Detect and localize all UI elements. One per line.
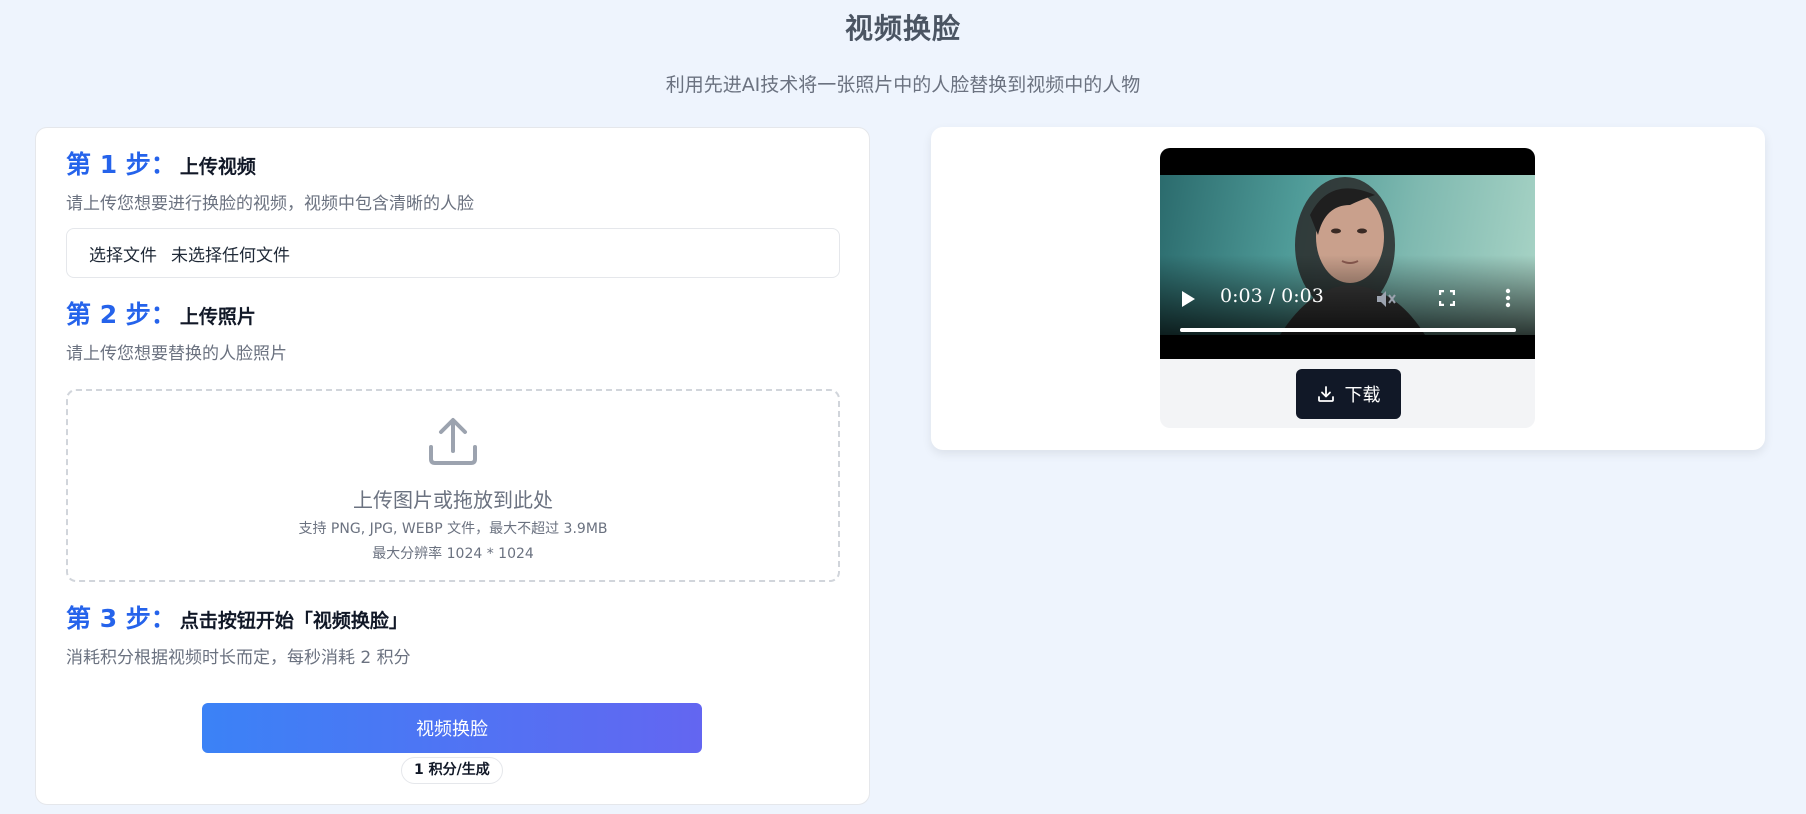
result-panel: 0:03 / 0:03 下载 bbox=[931, 127, 1765, 450]
download-icon bbox=[1317, 386, 1334, 402]
step3-description: 消耗积分根据视频时长而定，每秒消耗 2 积分 bbox=[66, 648, 411, 668]
upload-icon bbox=[429, 418, 477, 465]
play-icon[interactable] bbox=[1180, 290, 1196, 308]
more-options-icon[interactable] bbox=[1505, 288, 1511, 308]
step2-description: 请上传您想要替换的人脸照片 bbox=[66, 344, 287, 364]
fullscreen-icon[interactable] bbox=[1439, 290, 1455, 306]
page-subtitle: 利用先进AI技术将一张照片中的人脸替换到视频中的人物 bbox=[665, 74, 1141, 96]
download-button[interactable]: 下载 bbox=[1296, 369, 1401, 419]
dropzone-main-text: 上传图片或拖放到此处 bbox=[353, 488, 553, 512]
input-panel: 第 1 步： 上传视频 请上传您想要进行换脸的视频，视频中包含清晰的人脸 选择文… bbox=[35, 127, 870, 805]
video-progress-fill bbox=[1180, 328, 1516, 332]
step3-title: 点击按钮开始「视频换脸」 bbox=[179, 610, 408, 632]
step1-number: 第 1 步： bbox=[66, 150, 176, 179]
video-controls: 0:03 / 0:03 bbox=[1160, 283, 1535, 313]
step3-number: 第 3 步： bbox=[66, 604, 176, 633]
result-video-container: 0:03 / 0:03 下载 bbox=[1160, 148, 1535, 428]
photo-dropzone[interactable]: 上传图片或拖放到此处 支持 PNG, JPG, WEBP 文件，最大不超过 3.… bbox=[66, 389, 840, 582]
step1-description: 请上传您想要进行换脸的视频，视频中包含清晰的人脸 bbox=[66, 194, 474, 214]
page-title: 视频换脸 bbox=[844, 12, 961, 45]
cost-badge: 1 积分/生成 bbox=[401, 757, 503, 784]
file-status: 未选择任何文件 bbox=[171, 245, 290, 266]
video-progress-bar[interactable] bbox=[1180, 328, 1516, 332]
step2-heading: 第 2 步： 上传照片 bbox=[66, 295, 256, 331]
volume-muted-icon[interactable] bbox=[1375, 289, 1397, 309]
video-file-input[interactable]: 选择文件 未选择任何文件 bbox=[66, 228, 840, 278]
step1-title: 上传视频 bbox=[179, 156, 256, 178]
result-video[interactable]: 0:03 / 0:03 bbox=[1160, 148, 1535, 359]
step2-number: 第 2 步： bbox=[66, 300, 176, 329]
step3-heading: 第 3 步： 点击按钮开始「视频换脸」 bbox=[66, 599, 408, 635]
step1-heading: 第 1 步： 上传视频 bbox=[66, 145, 256, 181]
face-swap-button[interactable]: 视频换脸 bbox=[202, 703, 702, 753]
choose-file-button[interactable]: 选择文件 bbox=[89, 241, 157, 266]
step2-title: 上传照片 bbox=[179, 306, 256, 328]
download-label: 下载 bbox=[1344, 385, 1381, 406]
dropzone-formats-text: 支持 PNG, JPG, WEBP 文件，最大不超过 3.9MB bbox=[298, 521, 608, 537]
dropzone-resolution-text: 最大分辨率 1024 * 1024 bbox=[372, 546, 534, 562]
video-time: 0:03 / 0:03 bbox=[1220, 285, 1324, 307]
